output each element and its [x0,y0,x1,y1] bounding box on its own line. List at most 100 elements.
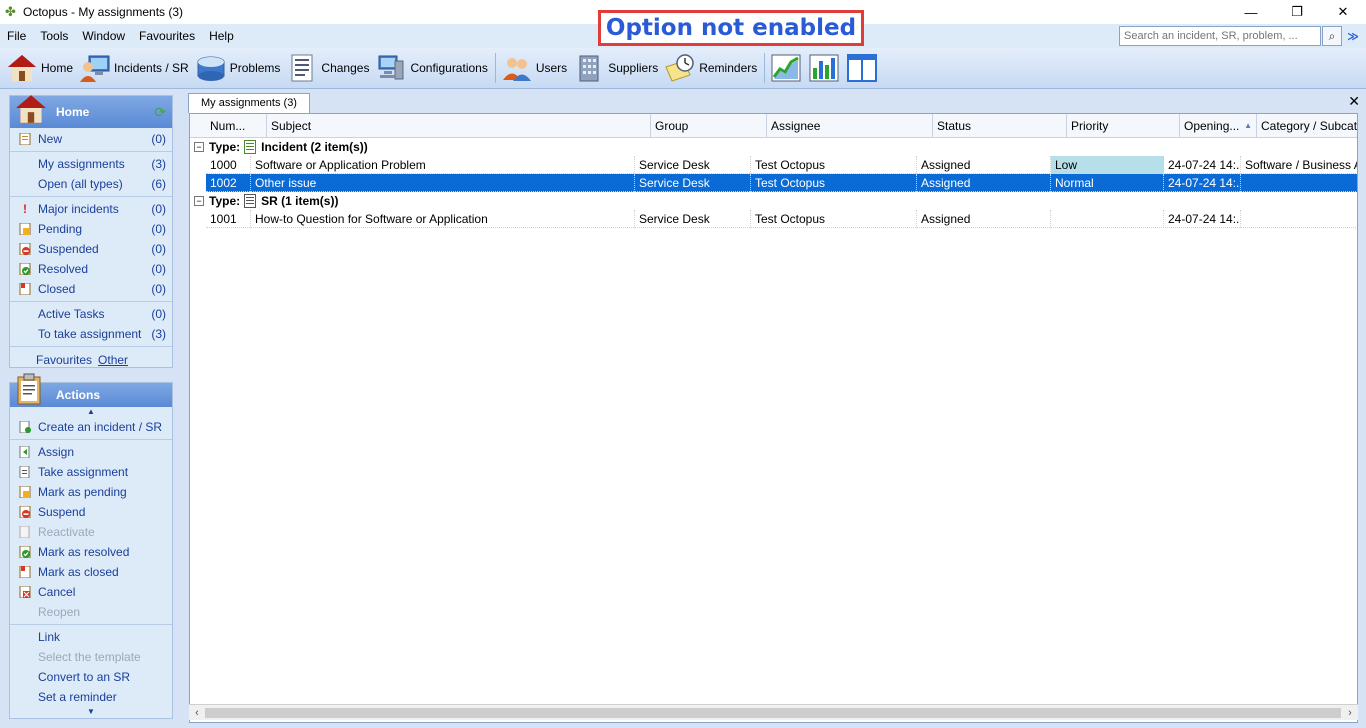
toolbar-layout-button[interactable] [844,50,882,86]
tab-strip: My assignments (3) ✕ [186,93,1366,113]
suspended-icon [19,242,31,256]
search-options-button[interactable]: ≫ [1344,26,1362,46]
toolbar-users-label: Users [535,61,568,75]
nav-active-tasks[interactable]: Active Tasks (0) [10,304,172,324]
search-button[interactable]: ⌕ [1322,26,1342,46]
action-convert-to-sr[interactable]: Convert to an SR [10,667,172,687]
col-group[interactable]: Group [651,114,767,138]
nav-major-incidents[interactable]: ! Major incidents (0) [10,199,172,219]
action-suspend[interactable]: Suspend [10,502,172,522]
cell-category [1241,174,1357,192]
toolbar-reminders-button[interactable]: Reminders [662,50,761,86]
divider [10,196,172,197]
col-number[interactable]: Num... [206,114,267,138]
restore-button[interactable]: ❐ [1274,0,1320,24]
nav-new[interactable]: New (0) [10,129,172,149]
close-icon[interactable]: ✕ [1348,93,1360,110]
refresh-icon[interactable]: ⟳ [154,104,166,121]
action-suspend-label: Suspend [38,505,86,519]
horizontal-scrollbar[interactable]: ‹ › [189,704,1358,720]
nav-to-take-assignment[interactable]: To take assignment (3) [10,324,172,344]
action-link[interactable]: Link [10,627,172,647]
scroll-left-icon[interactable]: ‹ [189,705,205,721]
cell-number: 1001 [206,210,251,228]
minimize-button[interactable]: — [1228,0,1274,24]
toolbar-home-button[interactable]: Home [4,50,77,86]
action-mark-pending[interactable]: Mark as pending [10,482,172,502]
col-category[interactable]: Category / Subcategory [1257,114,1357,138]
menu-tools[interactable]: Tools [33,24,75,48]
scroll-up-icon[interactable]: ▲ [10,407,172,417]
nav-closed[interactable]: Closed (0) [10,279,172,299]
action-link-label: Link [38,630,61,644]
action-reopen-label: Reopen [38,605,81,619]
search-input[interactable] [1119,26,1321,46]
incident-type-icon [244,140,257,154]
sr-type-icon [244,194,257,208]
menu-window[interactable]: Window [75,24,132,48]
nav-suspended[interactable]: Suspended (0) [10,239,172,259]
action-assign[interactable]: Assign [10,442,172,462]
nav-resolved-label: Resolved [38,262,89,276]
nav-pending[interactable]: Pending (0) [10,219,172,239]
action-mark-resolved[interactable]: Mark as resolved [10,542,172,562]
col-opening[interactable]: Opening... ▲ [1180,114,1257,138]
collapse-toggle-icon[interactable]: − [194,196,204,206]
line-chart-icon [770,53,802,83]
action-take-assignment[interactable]: Take assignment [10,462,172,482]
col-priority[interactable]: Priority [1067,114,1180,138]
action-set-reminder[interactable]: Set a reminder [10,687,172,707]
toolbar-bar-chart-button[interactable] [806,50,844,86]
toolbar-configurations-button[interactable]: Configurations [373,50,491,86]
table-row-selected[interactable]: 1002 Other issue Service Desk Test Octop… [206,174,1357,192]
favourites-link[interactable]: Favourites [36,353,92,367]
action-create-incident[interactable]: Create an incident / SR [10,417,172,437]
cell-subject: Software or Application Problem [251,156,635,174]
action-mark-closed[interactable]: Mark as closed [10,562,172,582]
closed-icon [19,565,31,579]
window-title: Octopus - My assignments (3) [23,5,184,19]
toolbar-changes-button[interactable]: Changes [284,50,373,86]
action-closed-label: Mark as closed [38,565,119,579]
nav-to-take-count: (3) [151,327,166,341]
col-assignee[interactable]: Assignee [767,114,933,138]
divider [10,439,172,440]
toolbar-incidents-button[interactable]: Incidents / SR [77,50,193,86]
nav-my-assignments[interactable]: My assignments (3) [10,154,172,174]
action-cancel[interactable]: Cancel [10,582,172,602]
cell-group: Service Desk [635,174,751,192]
nav-resolved[interactable]: Resolved (0) [10,259,172,279]
menu-help[interactable]: Help [202,24,241,48]
scroll-down-icon[interactable]: ▼ [10,707,172,717]
toolbar-problems-button[interactable]: Problems [193,50,285,86]
close-window-button[interactable]: ✕ [1320,0,1366,24]
resolved-icon [19,545,31,559]
collapse-toggle-icon[interactable]: − [194,142,204,152]
tab-my-assignments[interactable]: My assignments (3) [188,93,310,113]
actions-panel-header[interactable]: Actions [10,373,172,407]
scrollbar-thumb[interactable] [205,708,1341,718]
group-row-sr[interactable]: − Type: SR (1 item(s)) [190,192,338,210]
actions-panel-title: Actions [56,388,101,402]
clipboard-icon [14,373,48,407]
nav-open-all-types[interactable]: Open (all types) (6) [10,174,172,194]
col-status[interactable]: Status [933,114,1067,138]
group-row-incident[interactable]: − Type: Incident (2 item(s)) [190,138,368,156]
reactivate-icon [19,525,31,539]
col-subject[interactable]: Subject [267,114,651,138]
menu-favourites[interactable]: Favourites [132,24,202,48]
suspended-icon [19,505,31,519]
nav-pending-label: Pending [38,222,83,236]
other-link[interactable]: Other [98,353,128,367]
home-panel-header[interactable]: Home ⟳ [10,95,172,128]
toolbar-users-button[interactable]: Users [499,50,571,86]
table-row[interactable]: 1001 How-to Question for Software or App… [206,210,1357,228]
action-cancel-label: Cancel [38,585,76,599]
toolbar-trend-chart-button[interactable] [768,50,806,86]
toolbar-suppliers-button[interactable]: Suppliers [571,50,662,86]
cell-subject: How-to Question for Software or Applicat… [251,210,635,228]
menu-file[interactable]: File [0,24,33,48]
scroll-right-icon[interactable]: › [1342,705,1358,721]
cell-category [1241,210,1357,228]
table-row[interactable]: 1000 Software or Application Problem Ser… [206,156,1357,174]
